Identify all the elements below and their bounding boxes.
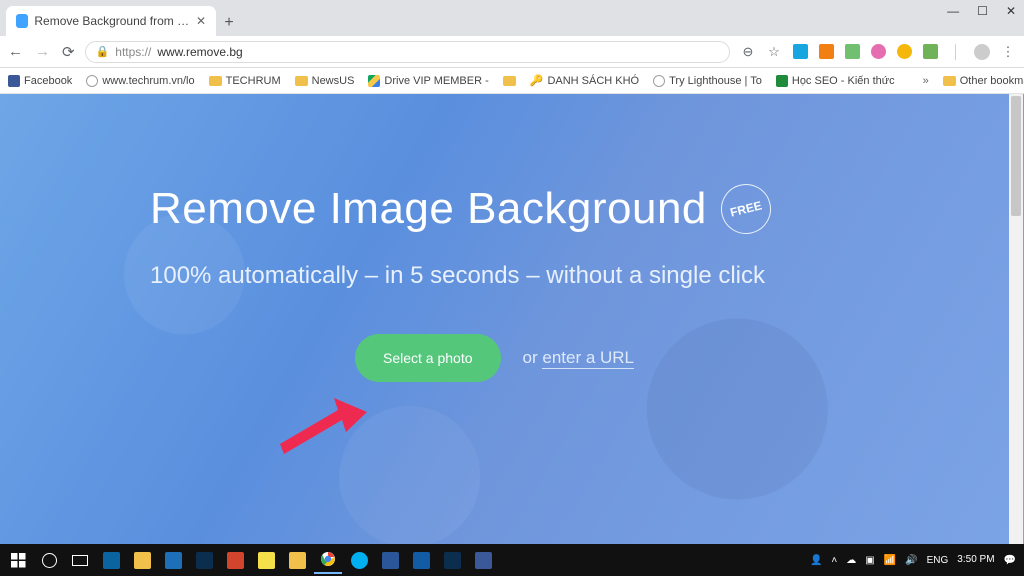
browser-tab[interactable]: Remove Background from Image ✕: [6, 6, 216, 36]
bookmark-label: www.techrum.vn/lo: [102, 75, 194, 87]
key-icon: 🔑: [530, 74, 544, 87]
cta-or-text: or enter a URL: [523, 348, 635, 368]
scrollbar-thumb[interactable]: [1011, 96, 1021, 216]
tray-clock[interactable]: 3:50 PM: [957, 555, 994, 566]
ext-icon-3[interactable]: [844, 44, 860, 60]
tray-cloud-icon[interactable]: ☁: [846, 555, 856, 566]
profile-avatar[interactable]: [974, 44, 990, 60]
ext-icon-5[interactable]: [896, 44, 912, 60]
nav-forward-icon: →: [35, 43, 50, 61]
separator: │: [948, 44, 964, 60]
bookmark-label: Drive VIP MEMBER -: [384, 75, 488, 87]
tray-people-icon[interactable]: 👤: [810, 555, 822, 566]
tray-app-icon[interactable]: ▣: [865, 555, 874, 566]
folder-icon: [503, 76, 516, 86]
tray-volume-icon[interactable]: 🔊: [905, 555, 917, 566]
lock-icon: 🔒: [96, 45, 110, 58]
globe-icon: [653, 75, 665, 87]
taskbar-app[interactable]: [345, 546, 373, 574]
taskbar-app[interactable]: [376, 546, 404, 574]
tab-favicon: [16, 14, 28, 28]
nav-back-icon[interactable]: ←: [8, 43, 23, 61]
tab-title: Remove Background from Image: [34, 14, 190, 28]
ext-icon-6[interactable]: [922, 44, 938, 60]
facebook-icon: [8, 75, 20, 87]
bookmark-label: DANH SÁCH KHÓ: [547, 75, 639, 87]
url-host: www.remove.bg: [157, 45, 242, 59]
other-bookmarks[interactable]: Other bookmarks: [943, 75, 1024, 87]
taskview-icon[interactable]: [66, 546, 94, 574]
taskbar-app[interactable]: [190, 546, 218, 574]
taskbar-app[interactable]: [252, 546, 280, 574]
folder-icon: [943, 76, 956, 86]
tray-wifi-icon[interactable]: 📶: [884, 555, 896, 566]
system-tray[interactable]: 👤 ˄ ☁ ▣ 📶 🔊 ENG 3:50 PM 💬: [810, 555, 1020, 566]
taskbar-app[interactable]: [469, 546, 497, 574]
bookmarks-overflow[interactable]: »: [923, 75, 929, 87]
enter-url-link[interactable]: enter a URL: [542, 348, 634, 369]
cortana-icon[interactable]: [35, 546, 63, 574]
bookmarks-bar: Facebook www.techrum.vn/lo TECHRUM NewsU…: [0, 68, 1024, 94]
page-subheadline: 100% automatically – in 5 seconds – with…: [150, 262, 1024, 290]
zoom-icon[interactable]: ⊖: [740, 44, 756, 60]
bookmark-item[interactable]: Facebook: [8, 75, 72, 87]
annotation-arrow-icon: [272, 396, 382, 476]
taskbar-app[interactable]: [159, 546, 187, 574]
bookmark-item[interactable]: [503, 76, 516, 86]
bookmark-label: Facebook: [24, 75, 72, 87]
folder-icon: [295, 76, 308, 86]
folder-icon: [209, 76, 222, 86]
bookmark-item[interactable]: Drive VIP MEMBER -: [368, 75, 488, 87]
select-photo-button[interactable]: Select a photo: [355, 334, 501, 382]
bookmark-label: Other bookmarks: [960, 75, 1024, 87]
bookmark-label: Try Lighthouse | To: [669, 75, 762, 87]
tab-strip: Remove Background from Image ✕ +: [0, 0, 1024, 36]
address-bar[interactable]: 🔒 https:// www.remove.bg: [85, 41, 730, 63]
window-close[interactable]: ✕: [1006, 4, 1016, 18]
taskbar-app[interactable]: [283, 546, 311, 574]
bookmark-item[interactable]: Try Lighthouse | To: [653, 75, 762, 87]
tab-close-icon[interactable]: ✕: [196, 14, 206, 28]
bookmark-item[interactable]: 🔑DANH SÁCH KHÓ: [530, 74, 639, 87]
ext-icon-4[interactable]: [870, 44, 886, 60]
ext-icon-2[interactable]: [818, 44, 834, 60]
taskbar-chrome[interactable]: [314, 546, 342, 574]
page-headline: Remove Image Background: [150, 184, 707, 234]
bookmark-item[interactable]: TECHRUM: [209, 75, 281, 87]
drive-icon: [368, 75, 380, 87]
vertical-scrollbar[interactable]: [1009, 94, 1023, 544]
bookmark-label: NewsUS: [312, 75, 355, 87]
page-viewport: Remove Image Background FREE 100% automa…: [0, 94, 1024, 544]
or-word: or: [523, 348, 543, 367]
bookmark-item[interactable]: www.techrum.vn/lo: [86, 75, 194, 87]
url-scheme: https://: [115, 45, 151, 59]
taskbar-app[interactable]: [221, 546, 249, 574]
nav-reload-icon[interactable]: ⟳: [62, 43, 75, 61]
globe-icon: [86, 75, 98, 87]
new-tab-button[interactable]: +: [216, 10, 242, 36]
bookmark-item[interactable]: NewsUS: [295, 75, 355, 87]
windows-taskbar: 👤 ˄ ☁ ▣ 📶 🔊 ENG 3:50 PM 💬: [0, 544, 1024, 576]
browser-toolbar: ← → ⟳ 🔒 https:// www.remove.bg ⊖ ☆ │ ⋮: [0, 36, 1024, 68]
bookmark-item[interactable]: Học SEO - Kiến thức: [776, 75, 895, 87]
bookmark-label: TECHRUM: [226, 75, 281, 87]
tray-notifications-icon[interactable]: 💬: [1004, 555, 1016, 566]
tray-lang[interactable]: ENG: [927, 555, 949, 566]
menu-icon[interactable]: ⋮: [1000, 44, 1016, 60]
taskbar-app[interactable]: [97, 546, 125, 574]
sheet-icon: [776, 75, 788, 87]
hero-section: Remove Image Background FREE 100% automa…: [0, 94, 1024, 544]
tray-chevron-icon[interactable]: ˄: [831, 555, 837, 566]
window-maximize[interactable]: ☐: [977, 4, 988, 18]
free-badge: FREE: [716, 179, 777, 240]
taskbar-app[interactable]: [407, 546, 435, 574]
taskbar-app[interactable]: [128, 546, 156, 574]
star-icon[interactable]: ☆: [766, 44, 782, 60]
ext-icon-1[interactable]: [792, 44, 808, 60]
start-button[interactable]: [4, 546, 32, 574]
window-minimize[interactable]: —: [947, 4, 959, 18]
bookmark-label: Học SEO - Kiến thức: [792, 75, 895, 87]
taskbar-app[interactable]: [438, 546, 466, 574]
